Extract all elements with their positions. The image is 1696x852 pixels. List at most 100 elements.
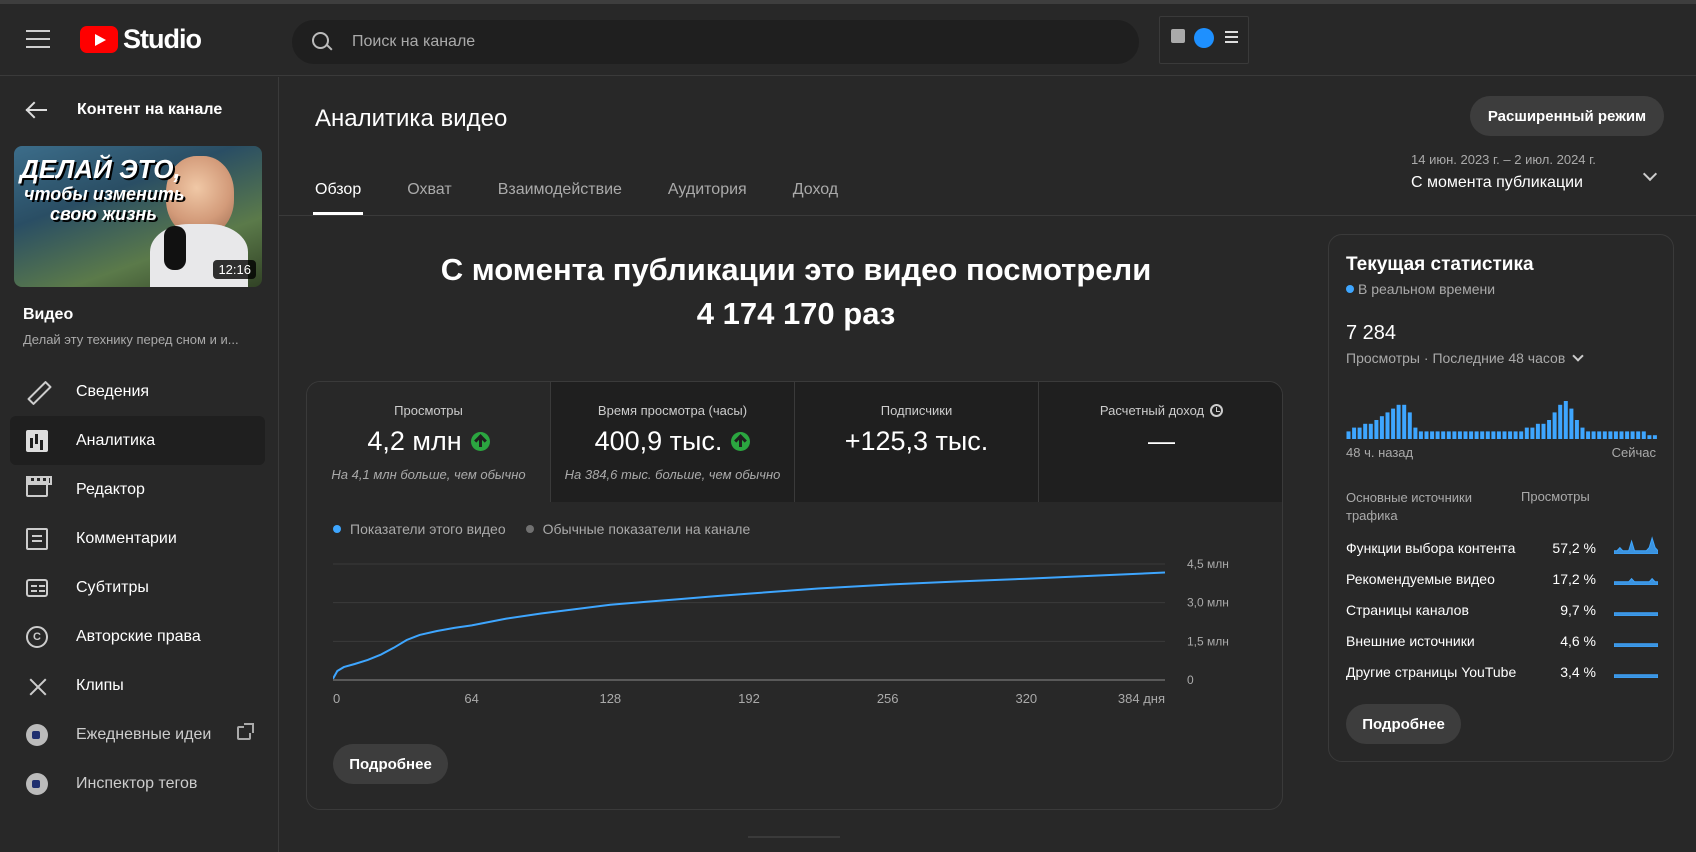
realtime-period-label: Просмотры · Последние 48 часов [1346,350,1566,366]
advanced-mode-button[interactable]: Расширенный режим [1470,96,1664,136]
x-tick-label: 192 [738,691,760,706]
realtime-bar [1535,423,1540,439]
see-more-button[interactable]: Подробнее [333,744,448,784]
realtime-bar [1396,404,1401,439]
realtime-bar [1508,431,1513,439]
tag-extension-icon[interactable] [1194,28,1214,48]
metric-label-text: Расчетный доход [1099,403,1205,418]
thumbnail-text-3: свою жизнь [50,204,157,224]
sidebar-item-label: Редактор [76,481,145,498]
back-label[interactable]: Контент на канале [77,101,222,119]
traffic-source-sparkline [1614,643,1658,647]
realtime-bar [1352,427,1357,439]
traffic-source-row: Внешние источники 4,6 % [1346,633,1658,664]
sidebar-item-label: Авторские права [76,628,201,645]
sidebar-item-copyright[interactable]: C Авторские права [10,612,265,661]
thumbnail-text-1: ДЕЛАЙ ЭТО, [20,154,181,184]
realtime-bar [1435,431,1440,439]
channel-search[interactable] [292,20,1139,64]
sidebar-item-editor[interactable]: Редактор [10,465,265,514]
studio-logo[interactable]: Studio [80,24,202,54]
realtime-bar [1597,431,1602,439]
sidebar-item-label: Сведения [76,383,150,400]
metric-value-text: 4,2 млн [367,426,462,456]
realtime-bar [1452,431,1457,439]
realtime-start-label: 48 ч. назад [1346,445,1414,460]
realtime-bar [1463,431,1468,439]
x-tick-label: 256 [877,691,899,706]
chevron-down-icon [1572,350,1584,362]
realtime-period-selector[interactable]: Просмотры · Последние 48 часов [1346,350,1584,366]
tab-reach[interactable]: Охват [407,160,451,215]
realtime-bar [1641,431,1646,439]
extension-icon [26,773,48,795]
date-range-selector[interactable]: 14 июн. 2023 г. – 2 июл. 2024 г. С момен… [1411,152,1671,192]
subtitles-icon [26,579,48,597]
realtime-bar [1591,431,1596,439]
sidebar-item-tag-inspector[interactable]: Инспектор тегов [10,759,265,808]
metric-watch-time[interactable]: Время просмотра (часы) 400,9 тыс. На 384… [551,382,795,502]
scissors-icon [26,675,48,697]
analytics-tabs: Обзор Охват Взаимодействие Аудитория Дох… [312,160,884,215]
sidebar-item-clips[interactable]: Клипы [10,661,265,710]
sparkline-area [1614,674,1658,678]
arrow-back-icon[interactable] [26,101,48,119]
traffic-source-name: Страницы каналов [1346,602,1469,618]
page-title: Аналитика видео [315,105,508,132]
live-dot-icon [1346,285,1354,293]
extension-menu-icon[interactable] [1225,31,1238,33]
metric-value-text: — [1148,426,1175,456]
realtime-bar [1474,431,1479,439]
thumbnail-text-2: чтобы изменить [24,184,185,204]
realtime-bar [1630,431,1635,439]
sidebar-item-analytics[interactable]: Аналитика [10,416,265,465]
sparkline-area [1614,612,1658,616]
metric-subscribers[interactable]: Подписчики +125,3 тыс. [795,382,1039,502]
metric-note: На 4,1 млн больше, чем обычно [331,467,526,482]
realtime-bar [1430,431,1435,439]
sidebar-item-label: Аналитика [76,432,156,449]
realtime-see-more-button[interactable]: Подробнее [1346,704,1461,744]
back-to-content-link[interactable]: Контент на канале [0,95,279,125]
realtime-bar [1496,431,1501,439]
realtime-bar [1374,420,1379,439]
realtime-bar [1441,431,1446,439]
sidebar-nav: Сведения Аналитика Редактор Комментарии … [10,367,265,808]
sidebar-item-comments[interactable]: Комментарии [10,514,265,563]
realtime-bar [1391,408,1396,439]
realtime-bar [1363,423,1368,439]
realtime-bar [1619,431,1624,439]
tab-engagement[interactable]: Взаимодействие [498,160,622,215]
video-thumbnail[interactable]: ДЕЛАЙ ЭТО, чтобы изменить свою жизнь 12:… [14,146,262,287]
sidebar-item-subtitles[interactable]: Субтитры [10,563,265,612]
menu-icon[interactable] [26,30,50,48]
analytics-extension-icon[interactable] [1171,29,1185,43]
sidebar-item-daily-ideas[interactable]: Ежедневные идеи [10,710,265,759]
metric-views[interactable]: Просмотры 4,2 млн На 4,1 млн больше, чем… [307,382,551,502]
chart-legend: Показатели этого видео Обычные показател… [333,521,770,537]
clapperboard-icon [26,476,52,497]
date-range-dates: 14 июн. 2023 г. – 2 июл. 2024 г. [1411,152,1596,167]
headline-line-2: 4 174 170 раз [696,296,896,331]
metric-value-text: +125,3 тыс. [844,426,989,456]
metric-revenue[interactable]: Расчетный доход — [1039,382,1282,502]
video-label: Видео [23,306,74,323]
views-line-chart: 0 1,5 млн 3,0 млн 4,5 млн 0 64 128 192 256 320 384… [333,557,1229,706]
search-input[interactable] [352,33,1052,51]
views-header: Просмотры [1521,489,1590,504]
traffic-source-row: Функции выбора контента 57,2 % [1346,536,1658,571]
tab-revenue[interactable]: Доход [793,160,838,215]
y-tick-label: 4,5 млн [1187,557,1229,571]
tab-overview[interactable]: Обзор [312,160,364,215]
realtime-bar [1608,431,1613,439]
realtime-bar [1647,435,1652,439]
tab-audience[interactable]: Аудитория [668,160,747,215]
metric-label: Подписчики [880,403,953,418]
scroll-indicator [748,836,840,838]
realtime-bar [1446,431,1451,439]
pencil-icon [26,381,48,403]
views-headline: С момента публикации это видео посмотрел… [306,248,1286,336]
realtime-bar [1524,427,1529,439]
sidebar-item-details[interactable]: Сведения [10,367,265,416]
realtime-bar [1569,408,1574,439]
